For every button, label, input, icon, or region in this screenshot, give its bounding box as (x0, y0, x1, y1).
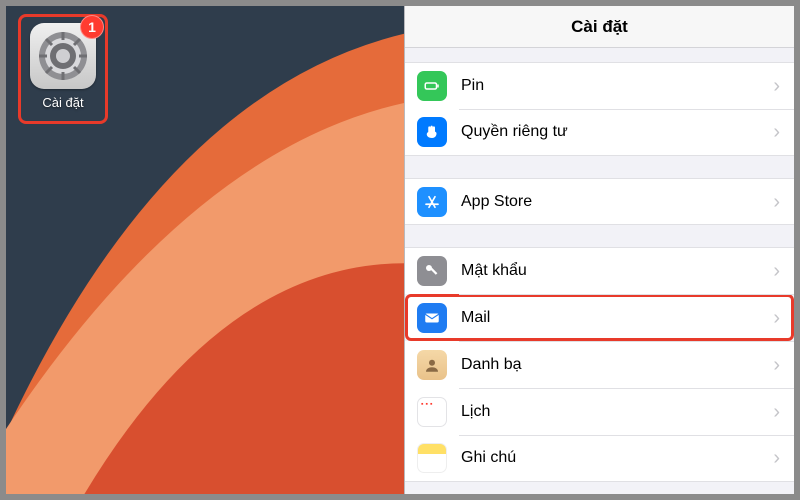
calendar-icon: ▪▪▪ (417, 397, 447, 427)
row-mail[interactable]: Mail › (405, 294, 794, 341)
chevron-right-icon: › (773, 261, 780, 281)
notification-badge: 1 (80, 15, 104, 39)
settings-group: App Store › (405, 178, 794, 225)
row-label: Ghi chú (461, 449, 773, 467)
chevron-right-icon: › (773, 192, 780, 212)
mail-icon (417, 303, 447, 333)
chevron-right-icon: › (773, 448, 780, 468)
chevron-right-icon: › (773, 308, 780, 328)
chevron-right-icon: › (773, 76, 780, 96)
settings-group: Mật khẩu › Mail › Danh bạ › (405, 247, 794, 482)
row-label: Mật khẩu (461, 262, 773, 280)
row-passwords[interactable]: Mật khẩu › (405, 247, 794, 294)
row-label: App Store (461, 193, 773, 211)
row-contacts[interactable]: Danh bạ › (405, 341, 794, 388)
settings-list[interactable]: Pin › Quyền riêng tư › (405, 48, 794, 494)
row-appstore[interactable]: App Store › (405, 178, 794, 225)
contacts-icon (417, 350, 447, 380)
page-title: Cài đặt (571, 17, 628, 37)
hand-icon (417, 117, 447, 147)
chevron-right-icon: › (773, 402, 780, 422)
chevron-right-icon: › (773, 122, 780, 142)
settings-app-highlight: 1 Cài đặt (18, 14, 108, 124)
row-label: Pin (461, 77, 773, 95)
row-notes[interactable]: Ghi chú › (405, 435, 794, 482)
settings-app-icon[interactable]: 1 (30, 23, 96, 89)
appstore-icon (417, 187, 447, 217)
row-privacy[interactable]: Quyền riêng tư › (405, 109, 794, 156)
battery-icon (417, 71, 447, 101)
settings-app-label: Cài đặt (42, 95, 83, 110)
row-label: Lịch (461, 403, 773, 421)
row-calendar[interactable]: ▪▪▪ Lịch › (405, 388, 794, 435)
row-label: Quyền riêng tư (461, 123, 773, 141)
gear-icon (37, 30, 89, 82)
notes-icon (417, 443, 447, 473)
home-screen: 1 Cài đặt (6, 6, 404, 494)
key-icon (417, 256, 447, 286)
settings-header: Cài đặt (405, 6, 794, 48)
row-battery[interactable]: Pin › (405, 62, 794, 109)
chevron-right-icon: › (773, 355, 780, 375)
row-label: Mail (461, 309, 773, 327)
settings-group: Pin › Quyền riêng tư › (405, 62, 794, 156)
settings-panel: Cài đặt Pin › Quyền riêng tư › (404, 6, 794, 494)
row-label: Danh bạ (461, 356, 773, 374)
